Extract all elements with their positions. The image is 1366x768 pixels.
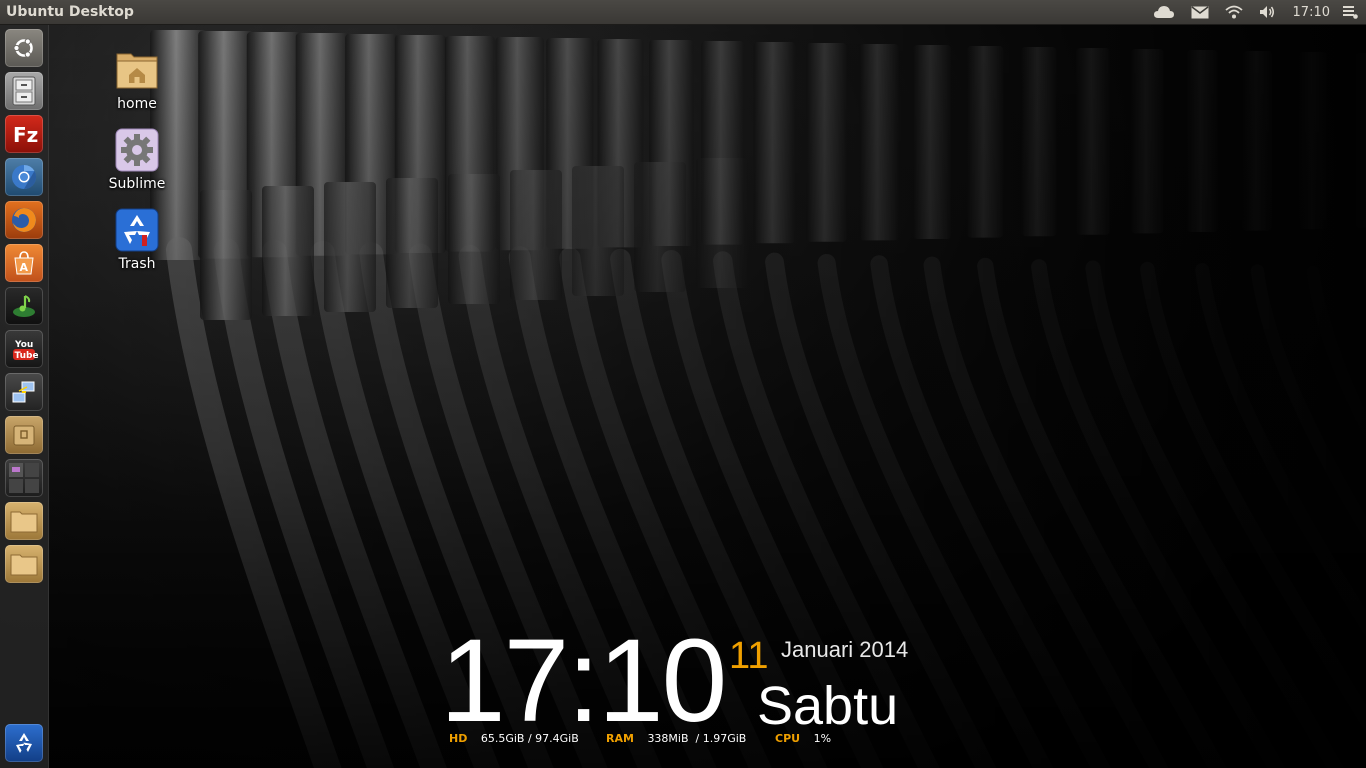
volume-icon[interactable]: [1251, 0, 1283, 24]
desktop-icon-trash[interactable]: Trash: [97, 208, 177, 272]
launcher-firefox[interactable]: [5, 201, 43, 239]
folder-icon: [10, 511, 38, 533]
svg-text:Fz: Fz: [13, 123, 38, 147]
launcher-folder-1[interactable]: [5, 502, 43, 540]
ubuntu-logo-icon: [13, 38, 33, 58]
wallpaper-typebars: [0, 0, 1366, 768]
launcher-trash[interactable]: [5, 724, 43, 762]
launcher-file-cabinet[interactable]: [5, 72, 43, 110]
launcher-folder-2[interactable]: [5, 545, 43, 583]
launcher-chromium[interactable]: [5, 158, 43, 196]
desktop-icon-label: Trash: [118, 256, 156, 272]
launcher-filezilla[interactable]: Fz: [5, 115, 43, 153]
filezilla-icon: Fz: [13, 123, 38, 147]
desktop-icon-label: Sublime: [108, 176, 166, 192]
indicator-area: 17:10: [1145, 0, 1366, 24]
folder-icon: [10, 554, 38, 576]
workspace-switcher-icon: [9, 463, 39, 493]
launcher-archive-manager[interactable]: [5, 416, 43, 454]
launcher-youtube[interactable]: You Tube: [5, 330, 43, 368]
svg-text:A: A: [20, 261, 29, 274]
launcher: Fz A You Tube: [0, 25, 49, 768]
launcher-dash-button[interactable]: [5, 29, 43, 67]
desktop: Ubuntu Desktop 17:10 Fz A You Tube home …: [0, 0, 1366, 768]
network-tool-icon: [12, 381, 35, 403]
svg-text:You: You: [14, 340, 33, 350]
chromium-icon: [12, 165, 37, 189]
software-center-icon: A: [14, 251, 34, 275]
launcher-music-player[interactable]: [5, 287, 43, 325]
launcher-software-center[interactable]: A: [5, 244, 43, 282]
desktop-icon-label: home: [117, 96, 157, 112]
cloud-icon[interactable]: [1145, 0, 1183, 24]
launcher-network-tool[interactable]: [5, 373, 43, 411]
window-title: Ubuntu Desktop: [6, 4, 134, 20]
youtube-icon: You Tube: [13, 340, 39, 361]
trash-icon: [16, 733, 32, 753]
mail-icon[interactable]: [1183, 0, 1217, 24]
music-player-icon: [13, 295, 35, 317]
file-cabinet-icon: [12, 76, 36, 106]
session-menu-icon[interactable]: [1340, 0, 1366, 24]
home-folder-icon: [116, 53, 158, 89]
recycle-icon: [115, 208, 159, 252]
top-panel: Ubuntu Desktop 17:10: [0, 0, 1366, 25]
launcher-workspace-switcher[interactable]: [5, 459, 43, 497]
firefox-icon: [12, 208, 36, 232]
desktop-icon-sublime[interactable]: Sublime: [97, 128, 177, 192]
wallpaper: [0, 0, 1366, 768]
gear-icon: [115, 128, 159, 172]
desktop-icon-home[interactable]: home: [97, 48, 177, 112]
wifi-icon[interactable]: [1217, 0, 1251, 24]
svg-text:Tube: Tube: [15, 351, 39, 361]
archive-icon: [13, 425, 35, 446]
panel-clock[interactable]: 17:10: [1283, 0, 1340, 24]
